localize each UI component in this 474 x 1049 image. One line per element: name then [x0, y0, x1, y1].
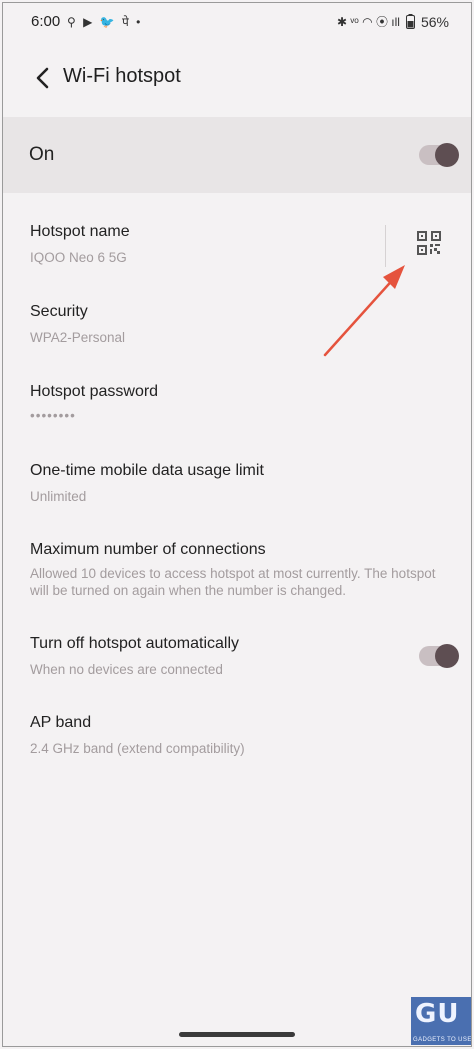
setting-security[interactable]: Security WPA2-Personal: [3, 291, 471, 353]
master-toggle-label: On: [29, 144, 55, 165]
setting-description: When no devices are connected: [30, 662, 223, 677]
page-title: Wi-Fi hotspot: [63, 65, 181, 87]
hotspot-master-switch[interactable]: [419, 143, 459, 167]
setting-value: 2.4 GHz band (extend compatibility): [30, 741, 245, 756]
gesture-navigation-handle[interactable]: [179, 1032, 295, 1037]
setting-hotspot-password[interactable]: Hotspot password ••••••••: [3, 371, 471, 433]
setting-title: Security: [30, 303, 88, 320]
status-time: 6:00: [31, 13, 61, 30]
setting-value: WPA2-Personal: [30, 330, 126, 345]
setting-data-usage-limit[interactable]: One-time mobile data usage limit Unlimit…: [3, 450, 471, 512]
master-toggle-row[interactable]: On: [3, 117, 471, 193]
setting-title: Turn off hotspot automatically: [30, 635, 239, 652]
gadgets-to-use-watermark: GU GADGETS TO USE: [411, 997, 471, 1045]
setting-description: Allowed 10 devices to access hotspot at …: [30, 566, 436, 598]
phone-screen: 6:00 ⚲ ▶ 🐦 पे • ✱ ᵛᵒ ◠ ⦿ ıll 56% Wi-Fi h…: [2, 2, 472, 1047]
setting-title: Maximum number of connections: [30, 541, 266, 558]
setting-max-connections[interactable]: Maximum number of connections Allowed 10…: [3, 529, 471, 609]
switch-knob: [435, 644, 459, 668]
setting-auto-turn-off[interactable]: Turn off hotspot automatically When no d…: [3, 623, 471, 685]
auto-turn-off-switch[interactable]: [419, 644, 459, 668]
battery-icon: [405, 14, 415, 29]
app-bar: Wi-Fi hotspot: [3, 53, 471, 103]
watermark-text: GADGETS TO USE: [413, 1037, 472, 1043]
status-bar: 6:00 ⚲ ▶ 🐦 पे • ✱ ᵛᵒ ◠ ⦿ ıll 56%: [3, 3, 471, 43]
system-icons: ✱ ᵛᵒ ◠ ⦿ ıll 56%: [337, 13, 449, 30]
switch-knob: [435, 143, 459, 167]
back-arrow-icon[interactable]: [31, 65, 57, 91]
setting-value: IQOO Neo 6 5G: [30, 250, 127, 265]
battery-percentage: 56%: [420, 13, 449, 30]
setting-title: AP band: [30, 714, 92, 731]
password-masked-value: ••••••••: [30, 408, 76, 423]
setting-value: Unlimited: [30, 489, 87, 504]
connectivity-icons: ✱ ᵛᵒ ◠ ⦿ ıll: [337, 15, 400, 29]
setting-ap-band[interactable]: AP band 2.4 GHz band (extend compatibili…: [3, 702, 471, 764]
setting-hotspot-name[interactable]: Hotspot name IQOO Neo 6 5G: [3, 211, 471, 273]
notification-icons: ⚲ ▶ 🐦 पे •: [67, 15, 143, 29]
setting-title: Hotspot name: [30, 223, 130, 240]
qr-divider: [385, 225, 386, 267]
qr-code-icon[interactable]: [417, 231, 441, 255]
setting-title: One-time mobile data usage limit: [30, 462, 264, 479]
setting-title: Hotspot password: [30, 383, 159, 400]
watermark-logo: GU: [415, 999, 460, 1029]
